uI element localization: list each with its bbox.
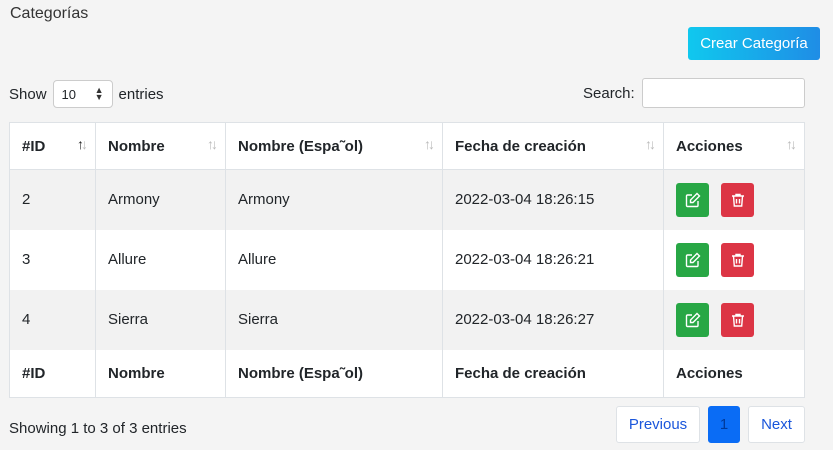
cell-acciones bbox=[663, 169, 805, 230]
table-row: 2 Armony Armony 2022-03-04 18:26:15 bbox=[9, 169, 805, 230]
column-header-nombre[interactable]: Nombre ↑↓ bbox=[95, 122, 226, 170]
column-header-acciones[interactable]: Acciones ↑↓ bbox=[663, 122, 805, 170]
search-input[interactable] bbox=[641, 78, 805, 108]
delete-button[interactable] bbox=[721, 242, 755, 277]
cell-nombre: Armony bbox=[95, 169, 226, 230]
edit-icon bbox=[685, 252, 700, 267]
entries-label: entries bbox=[118, 85, 164, 103]
footer-header-id: #ID bbox=[22, 364, 46, 382]
cell-acciones bbox=[663, 289, 805, 350]
entries-select[interactable]: 10 ▲ ▼ bbox=[52, 80, 113, 108]
footer-header-nombre: Nombre bbox=[95, 349, 226, 398]
cell-acciones bbox=[663, 229, 805, 290]
cell-nombre: Sierra bbox=[95, 289, 226, 350]
search-label: Search: bbox=[583, 84, 635, 102]
cell-nombre-es: Sierra bbox=[225, 289, 443, 350]
sort-arrows-icon: ↑↓ bbox=[645, 136, 656, 152]
edit-button[interactable] bbox=[676, 302, 709, 337]
edit-icon bbox=[685, 312, 700, 327]
entries-select-value: 10 bbox=[61, 86, 76, 102]
sort-arrows-icon: ↑↓ bbox=[207, 136, 218, 152]
table-row: 3 Allure Allure 2022-03-04 18:26:21 bbox=[10, 229, 805, 290]
pagination: Previous 1 Next bbox=[616, 406, 805, 443]
select-arrows-icon: ▲ ▼ bbox=[94, 85, 104, 102]
column-header-nombre-es[interactable]: Nombre (Espa˜ol) ↑↓ bbox=[225, 122, 443, 170]
edit-icon bbox=[685, 192, 700, 207]
trash-icon bbox=[731, 313, 744, 327]
create-category-button[interactable]: Crear Categoría bbox=[688, 27, 820, 60]
cell-id: 2 bbox=[22, 191, 31, 209]
cell-nombre: Allure bbox=[95, 229, 226, 290]
footer-header-nombre-es: Nombre (Espa˜ol) bbox=[225, 349, 443, 398]
table-header-row: #ID ↑↓ Nombre ↑↓ Nombre (Espa˜ol) ↑↓ Fec… bbox=[9, 122, 805, 170]
sort-arrows-icon: ↑↓ bbox=[77, 136, 88, 152]
table-footer-row: #ID Nombre Nombre (Espa˜ol) Fecha de cre… bbox=[10, 349, 805, 398]
table-row: 4 Sierra Sierra 2022-03-04 18:26:27 bbox=[9, 289, 805, 350]
cell-id: 4 bbox=[22, 311, 31, 328]
search-control: Search: bbox=[583, 78, 805, 108]
edit-button[interactable] bbox=[676, 242, 709, 277]
cell-nombre-es: Allure bbox=[225, 229, 443, 290]
delete-button[interactable] bbox=[721, 182, 755, 217]
trash-icon bbox=[731, 253, 744, 267]
previous-page-button[interactable]: Previous bbox=[616, 406, 700, 443]
page-title: Categorías bbox=[10, 5, 89, 22]
footer-header-fecha: Fecha de creación bbox=[442, 349, 664, 398]
entries-length-control: Show 10 ▲ ▼ entries bbox=[9, 79, 164, 109]
footer-header-acciones: Acciones bbox=[663, 349, 805, 398]
cell-fecha: 2022-03-04 18:26:21 bbox=[442, 229, 664, 290]
cell-id: 3 bbox=[22, 251, 31, 268]
page-1-button[interactable]: 1 bbox=[708, 406, 740, 443]
cell-fecha: 2022-03-04 18:26:27 bbox=[442, 289, 664, 350]
sort-arrows-icon: ↑↓ bbox=[786, 136, 797, 152]
edit-button[interactable] bbox=[676, 182, 709, 217]
show-label: Show bbox=[9, 85, 47, 103]
categories-table: #ID ↑↓ Nombre ↑↓ Nombre (Espa˜ol) ↑↓ Fec… bbox=[9, 122, 805, 398]
column-header-id[interactable]: #ID ↑↓ bbox=[9, 122, 96, 170]
delete-button[interactable] bbox=[721, 302, 755, 337]
cell-fecha: 2022-03-04 18:26:15 bbox=[442, 169, 664, 230]
cell-nombre-es: Armony bbox=[225, 169, 443, 230]
column-header-fecha[interactable]: Fecha de creación ↑↓ bbox=[442, 122, 664, 170]
next-page-button[interactable]: Next bbox=[748, 406, 805, 443]
sort-arrows-icon: ↑↓ bbox=[424, 136, 435, 152]
trash-icon bbox=[731, 193, 744, 207]
table-info: Showing 1 to 3 of 3 entries bbox=[9, 420, 187, 437]
